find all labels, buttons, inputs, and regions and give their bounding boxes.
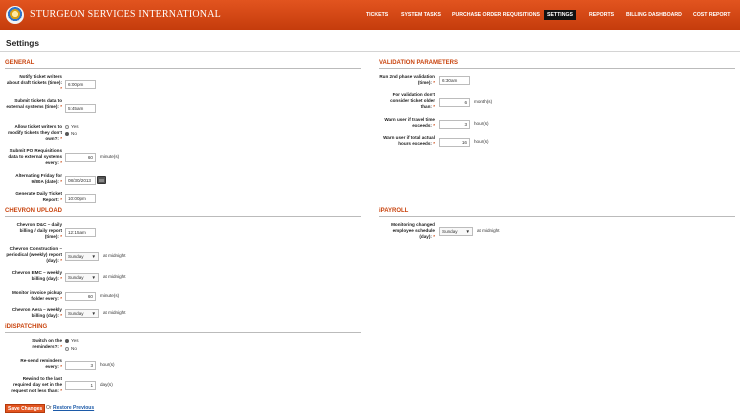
friday-date-input[interactable]: 08/30/2013	[65, 176, 96, 185]
po-interval-input[interactable]: 60	[65, 153, 96, 162]
daily-report-label: Generate Daily Ticket Report: *	[15, 191, 62, 203]
chevron-aera-label: Chevron Aera – weekly billing (day): *	[11, 307, 62, 319]
page-title: Settings	[6, 38, 40, 48]
chevron-aera-unit: at midnight	[103, 310, 126, 315]
po-interval-unit: minute(s)	[100, 154, 120, 159]
actual-hours-input[interactable]: 16	[439, 138, 470, 147]
section-payroll-heading: iPAYROLL	[379, 208, 409, 214]
reminders-no-radio[interactable]: No	[65, 346, 77, 352]
title-divider	[0, 51, 740, 52]
monitor-invoice-input[interactable]: 60	[65, 292, 96, 301]
resend-interval-unit: hour(s)	[100, 362, 115, 367]
resend-reminders-label: Re-send reminders every: *	[20, 358, 62, 370]
save-changes-button[interactable]: Save Changes	[5, 404, 46, 413]
switch-reminders-label: Switch on the reminders?: *	[32, 338, 62, 350]
alternating-friday-label: Alternating Friday for 9/80A (date): *	[15, 173, 62, 185]
section-dispatching-heading: iDISPATCHING	[5, 324, 48, 330]
chevron-emc-unit: at midnight	[103, 274, 126, 279]
nav-reports[interactable]: REPORTS	[589, 10, 614, 20]
chevron-aera-day-select[interactable]: Sunday ▼	[65, 309, 99, 318]
run-validation-time-input[interactable]: 6:30am	[439, 76, 470, 85]
chevron-construction-unit: at midnight	[103, 253, 126, 258]
chevron-dac-label: Chevron D&C – daily billing / daily repo…	[16, 222, 62, 240]
payroll-monitor-label: Monitoring changed employee schedule (da…	[391, 222, 435, 240]
nav-system-tasks[interactable]: SYSTEM TASKS	[401, 10, 441, 20]
chevron-construction-day-select[interactable]: Sunday ▼	[65, 252, 99, 261]
rewind-days-input[interactable]: 1	[65, 381, 96, 390]
older-ticket-unit: month(s)	[474, 99, 493, 104]
section-divider	[5, 216, 361, 217]
nav-settings[interactable]: SETTINGS	[544, 10, 576, 20]
section-divider	[5, 332, 361, 333]
section-divider	[379, 68, 735, 69]
notify-time-input[interactable]: 6:00pm	[65, 80, 96, 89]
monitor-invoice-label: Monitor invoice pickup folder every: *	[11, 290, 62, 302]
calendar-icon[interactable]	[97, 176, 106, 184]
section-validation-heading: VALIDATION PARAMETERS	[379, 60, 458, 66]
notify-label: Notify ticket writers about draft ticket…	[6, 74, 62, 92]
nav-billing-dashboard[interactable]: BILLING DASHBOARD	[626, 10, 682, 20]
monitor-invoice-unit: minute(s)	[100, 293, 120, 298]
actual-hours-label: Warn user if total actual hours exceeds:…	[383, 135, 435, 147]
company-logo	[6, 6, 24, 24]
dropdown-arrow-icon: ▼	[465, 229, 470, 234]
older-ticket-input[interactable]: 6	[439, 98, 470, 107]
travel-time-input[interactable]: 3	[439, 120, 470, 129]
actual-hours-unit: hour(s)	[474, 139, 489, 144]
nav-tickets[interactable]: TICKETS	[366, 10, 388, 20]
chevron-dac-time-input[interactable]: 12:15am	[65, 228, 96, 237]
section-chevron-heading: CHEVRON UPLOAD	[5, 208, 63, 214]
travel-time-label: Warn user if travel time exceeds: *	[384, 117, 435, 129]
payroll-monitor-unit: at midnight	[477, 228, 500, 233]
chevron-emc-label: Chevron EMC – weekly billing (day): *	[11, 270, 62, 282]
daily-report-time-input[interactable]: 10:00pm	[65, 194, 96, 203]
allow-modify-label: Allow ticket writers to modify tickets t…	[8, 124, 62, 142]
section-divider	[379, 216, 735, 217]
section-general-heading: GENERAL	[5, 60, 35, 66]
restore-previous-link[interactable]: Restore Previous	[53, 405, 94, 411]
submit-label: Submit tickets data to external systems …	[6, 98, 62, 110]
chevron-emc-day-select[interactable]: Sunday ▼	[65, 273, 99, 282]
travel-time-unit: hour(s)	[474, 121, 489, 126]
or-text: Or	[46, 405, 52, 411]
dropdown-arrow-icon: ▼	[91, 311, 96, 316]
allow-yes-radio[interactable]: Yes	[65, 124, 79, 130]
brand-name: Sturgeon Services International	[30, 9, 221, 20]
submit-time-input[interactable]: 5:45am	[65, 104, 96, 113]
dropdown-arrow-icon: ▼	[91, 254, 96, 259]
run-validation-label: Run 2nd phase validation (time): *	[379, 74, 435, 86]
po-requisitions-label: Submit PO Requisitions data to external …	[8, 148, 62, 166]
allow-no-radio[interactable]: No	[65, 131, 77, 137]
rewind-days-unit: day(s)	[100, 382, 113, 387]
resend-interval-input[interactable]: 3	[65, 361, 96, 370]
reminders-yes-radio[interactable]: Yes	[65, 338, 79, 344]
nav-cost-report[interactable]: COST REPORT	[693, 10, 730, 20]
chevron-construction-label: Chevron Construction – periodical (weekl…	[6, 246, 62, 264]
nav-purchase-order-requisitions[interactable]: PURCHASE ORDER REQUISITIONS	[452, 10, 540, 20]
older-ticket-label: For validation don't consider ticket old…	[390, 92, 435, 110]
top-navigation-bar: Sturgeon Services International TICKETS …	[0, 0, 740, 30]
dropdown-arrow-icon: ▼	[91, 275, 96, 280]
rewind-label: Rewind to the last required day set in t…	[11, 376, 62, 394]
payroll-monitor-day-select[interactable]: Sunday ▼	[439, 227, 473, 236]
section-divider	[5, 68, 361, 69]
